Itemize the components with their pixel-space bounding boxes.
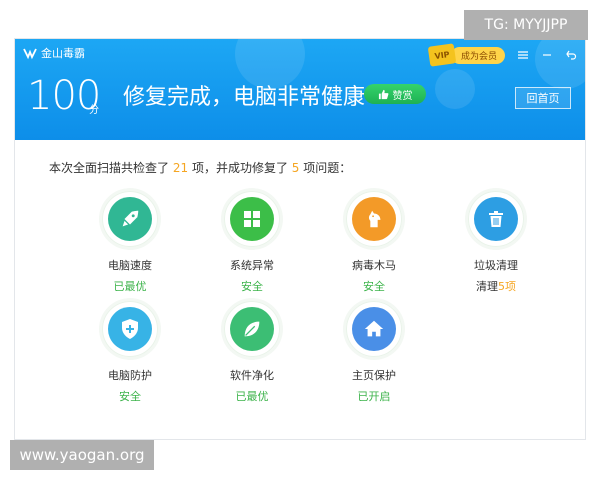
- item-status: 安全: [241, 280, 263, 293]
- result-item-protection[interactable]: 电脑防护 安全: [75, 301, 185, 404]
- vip-crown-icon: VIP: [427, 43, 457, 67]
- scan-summary: 本次全面扫描共检查了 21 项，并成功修复了 5 项问题：: [49, 159, 351, 176]
- item-label: 系统异常: [230, 259, 274, 272]
- window-controls: VIP 成为会员: [427, 43, 577, 67]
- icon-ring: [346, 191, 402, 247]
- summary-prefix: 本次全面扫描共检查了: [49, 161, 170, 175]
- windows-icon: [230, 197, 274, 241]
- back-home-button[interactable]: 回首页: [515, 87, 571, 109]
- trash-icon: [474, 197, 518, 241]
- icon-ring: [224, 191, 280, 247]
- vip-button[interactable]: VIP 成为会员: [427, 43, 505, 67]
- leaf-icon: [230, 307, 274, 351]
- like-button-label: 赞赏: [392, 90, 413, 102]
- checked-count: 21: [172, 161, 189, 175]
- item-label: 垃圾清理: [474, 259, 518, 272]
- icon-ring: [102, 191, 158, 247]
- item-status: 安全: [119, 390, 141, 403]
- icon-ring: [468, 191, 524, 247]
- shield-plus-icon: [108, 307, 152, 351]
- summary-suffix: 项问题：: [303, 161, 352, 175]
- icon-ring: [102, 301, 158, 357]
- home-icon: [352, 307, 396, 351]
- back-icon[interactable]: [565, 49, 577, 61]
- watermark-site: www.yaogan.org: [10, 440, 154, 470]
- item-label: 电脑防护: [108, 369, 152, 382]
- result-item-virus[interactable]: 病毒木马 安全: [319, 191, 429, 294]
- like-button[interactable]: 赞赏: [364, 84, 426, 104]
- vip-label: 成为会员: [450, 46, 505, 64]
- result-item-homepage[interactable]: 主页保护 已开启: [319, 301, 429, 404]
- item-status: 已最优: [113, 280, 147, 293]
- item-status: 已开启: [357, 390, 391, 403]
- decor-bubble: [435, 69, 475, 109]
- watermark-tag: TG: MYYJJPP: [464, 10, 588, 40]
- status-count: 5: [498, 280, 505, 293]
- minimize-icon[interactable]: [541, 49, 553, 61]
- app-title: 金山毒霸: [41, 47, 85, 60]
- item-label: 病毒木马: [352, 259, 396, 272]
- fixed-count: 5: [291, 161, 300, 175]
- status-message: 修复完成，电脑非常健康: [123, 85, 366, 110]
- icon-ring: [346, 301, 402, 357]
- summary-middle: 项，并成功修复了: [191, 161, 288, 175]
- header-banner: 金山毒霸 VIP 成为会员 100 分 修复完成，电脑非常健康 赞赏 回首页: [15, 39, 585, 140]
- icon-ring: [224, 301, 280, 357]
- thumbs-up-icon: [378, 89, 388, 99]
- app-window: 金山毒霸 VIP 成为会员 100 分 修复完成，电脑非常健康 赞赏 回首页 本…: [14, 38, 586, 440]
- result-item-speed[interactable]: 电脑速度 已最优: [75, 191, 185, 294]
- result-item-system[interactable]: 系统异常 安全: [197, 191, 307, 294]
- item-status: 清理5项: [441, 278, 551, 294]
- horse-icon: [352, 197, 396, 241]
- item-label: 电脑速度: [108, 259, 152, 272]
- result-item-software[interactable]: 软件净化 已最优: [197, 301, 307, 404]
- status-suffix: 项: [505, 280, 516, 293]
- app-logo: 金山毒霸: [23, 45, 85, 61]
- result-item-cleanup[interactable]: 垃圾清理 清理5项: [441, 191, 551, 294]
- status-prefix: 清理: [476, 280, 498, 293]
- item-status: 安全: [363, 280, 385, 293]
- score-unit: 分: [89, 105, 99, 116]
- rocket-icon: [108, 197, 152, 241]
- item-label: 软件净化: [230, 369, 274, 382]
- app-logo-icon: [23, 46, 37, 60]
- item-status: 已最优: [235, 390, 269, 403]
- menu-icon[interactable]: [517, 49, 529, 61]
- item-label: 主页保护: [352, 369, 396, 382]
- result-grid: 电脑速度 已最优 系统异常 安全 病毒木马 安全 垃圾清理 清理5项 电脑防护 …: [75, 191, 545, 426]
